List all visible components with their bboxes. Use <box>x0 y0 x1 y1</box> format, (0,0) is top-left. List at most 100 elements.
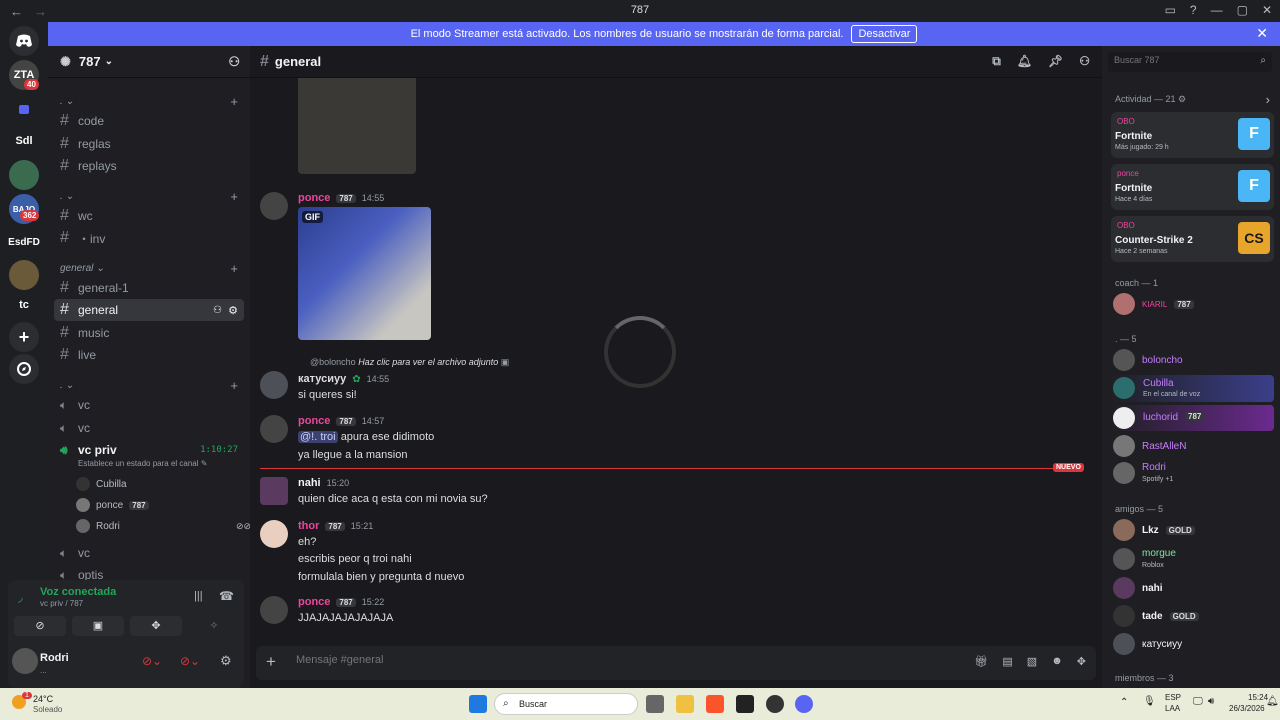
channel-inv[interactable]: # ・inv <box>54 227 244 249</box>
avatar[interactable] <box>260 415 288 443</box>
channel-general-1[interactable]: # general-1 <box>54 277 244 299</box>
invite-icon[interactable]: ⚇ <box>213 305 222 316</box>
avatar[interactable] <box>260 520 288 548</box>
add-attachment-icon[interactable]: + <box>266 652 276 672</box>
mic-muted-icon[interactable]: ⊘⌄ <box>142 654 162 668</box>
channel-status[interactable]: Establece un estado para el canal ✎ <box>78 459 207 468</box>
author-name[interactable]: ponce <box>298 415 330 427</box>
channel-live[interactable]: # live <box>54 344 244 366</box>
file-explorer-icon[interactable] <box>676 695 694 713</box>
emoji-icon[interactable]: ☻ <box>1051 655 1063 668</box>
camera-button[interactable]: ⊘ <box>14 616 66 636</box>
discord-home-icon[interactable] <box>9 26 39 56</box>
app-icon[interactable] <box>766 695 784 713</box>
member-item[interactable]: RastAlleN <box>1113 435 1186 457</box>
gear-icon[interactable]: ⚙ <box>228 304 238 317</box>
task-view-icon[interactable] <box>646 695 664 713</box>
language-top[interactable]: ESP <box>1165 693 1181 702</box>
avatar[interactable] <box>260 477 288 505</box>
server-sdl[interactable]: Sdl <box>9 126 39 156</box>
channel-wc[interactable]: # wc <box>54 205 244 227</box>
activity-card[interactable]: ponce Fortnite Hace 4 días F <box>1111 164 1274 210</box>
chevron-right-icon[interactable]: › <box>1266 92 1270 107</box>
windows-start-icon[interactable] <box>469 695 487 713</box>
category-label[interactable]: . ⌄ <box>60 96 74 107</box>
server-tc[interactable]: tc <box>9 290 39 320</box>
folder-icon[interactable] <box>9 94 39 124</box>
chevron-up-icon[interactable]: ⌃ <box>1120 697 1128 708</box>
member-item-highlight[interactable]: Cubilla En el canal de voz <box>1111 375 1274 402</box>
disconnect-icon[interactable]: ☎︎ <box>219 589 234 603</box>
discord-taskbar-icon[interactable] <box>795 695 813 713</box>
sticker-icon[interactable]: ▧ <box>1027 655 1037 668</box>
author-name[interactable]: ponce <box>298 596 330 608</box>
gif-attachment[interactable]: GIF <box>298 207 431 340</box>
maximize-button[interactable]: ▢ <box>1237 3 1248 17</box>
member-item[interactable]: KIARIL 787 <box>1113 293 1194 315</box>
voice-channel-vc[interactable]: 🔈︎ vc <box>54 542 244 564</box>
epic-games-icon[interactable] <box>736 695 754 713</box>
author-name[interactable]: nahi <box>298 477 321 489</box>
voice-channel-vc-priv[interactable]: 🔊︎ vc priv 1:10:27 <box>54 439 244 461</box>
message-input[interactable] <box>296 654 896 666</box>
search-input[interactable] <box>1114 55 1244 65</box>
channel-replays[interactable]: # replays <box>54 155 244 177</box>
channel-code[interactable]: # code <box>54 110 244 132</box>
deafen-icon[interactable]: ⊘⌄ <box>180 654 200 668</box>
add-server-icon[interactable]: + <box>9 322 39 352</box>
server-header[interactable]: ✺ 787 ⌄ ⚇ <box>48 46 250 78</box>
taskbar-search[interactable]: ⌕ Buscar <box>494 693 638 715</box>
avatar[interactable] <box>260 371 288 399</box>
gift-icon[interactable]: 🎁︎ <box>974 655 988 668</box>
weather-desc[interactable]: Soleado <box>33 705 62 714</box>
voice-user[interactable]: Cubilla <box>76 477 127 491</box>
pin-icon[interactable]: 📌︎ <box>1048 54 1063 69</box>
user-name[interactable]: Rodri <box>40 652 69 664</box>
add-member-icon[interactable]: ⚇ <box>228 54 240 70</box>
weather-temp[interactable]: 24°C <box>33 694 53 704</box>
channel-general[interactable]: # general ⚇ ⚙ <box>54 299 244 321</box>
avatar[interactable] <box>12 648 38 674</box>
activity-card[interactable]: OBO Counter-Strike 2 Hace 2 semanas CS <box>1111 216 1274 262</box>
search-box[interactable]: ⌕ <box>1108 52 1272 72</box>
notification-icon[interactable]: 🔔︎ <box>1266 696 1279 707</box>
soundboard-button[interactable]: ✧ <box>188 616 240 636</box>
member-item[interactable]: Rodri Spotify +1 <box>1113 462 1173 484</box>
clock-date[interactable]: 26/3/2026 <box>1229 704 1265 713</box>
activity-card[interactable]: OBO Fortnite Más jugado: 29 h F <box>1111 112 1274 158</box>
screen-share-button[interactable]: ▣ <box>72 616 124 636</box>
add-channel-icon[interactable]: + <box>230 189 238 204</box>
add-channel-icon[interactable]: + <box>230 261 238 276</box>
close-icon[interactable]: ✕ <box>1256 25 1268 42</box>
author-name[interactable]: thor <box>298 520 319 532</box>
channel-reglas[interactable]: # reglas <box>54 133 244 155</box>
mention[interactable]: @!. troi <box>298 431 338 443</box>
language-bottom[interactable]: LAA <box>1165 704 1180 713</box>
explore-icon[interactable] <box>9 354 39 384</box>
deactivate-button[interactable]: Desactivar <box>851 25 918 43</box>
volume-icon[interactable]: 🔊︎ <box>1208 696 1214 707</box>
author-name[interactable]: катусиуу <box>298 373 346 385</box>
close-button[interactable]: ✕ <box>1262 3 1272 17</box>
settings-gear-icon[interactable]: ⚙ <box>220 653 232 669</box>
member-item[interactable]: Lkz GOLD <box>1113 519 1195 541</box>
member-item-highlight[interactable]: luchorid 787 <box>1111 405 1274 431</box>
channel-music[interactable]: # music <box>54 322 244 344</box>
image-attachment[interactable] <box>298 78 416 174</box>
server-avatar[interactable] <box>9 260 39 290</box>
members-icon[interactable]: ⚇ <box>1079 54 1090 69</box>
member-item[interactable]: morgue Roblox <box>1113 548 1176 570</box>
bell-icon[interactable]: 🔔︎ <box>1017 54 1032 69</box>
member-item[interactable]: nahi <box>1113 577 1163 599</box>
voice-user[interactable]: Rodri ⊘⊘ <box>76 519 251 533</box>
voice-user[interactable]: ponce 787 <box>76 498 149 512</box>
voice-channel-vc[interactable]: 🔈︎ vc <box>54 417 244 439</box>
member-item[interactable]: tade GOLD <box>1113 605 1199 627</box>
noise-icon[interactable]: ||| <box>194 590 203 602</box>
server-avatar[interactable] <box>9 160 39 190</box>
category-label[interactable]: . ⌄ <box>60 191 74 202</box>
category-general[interactable]: general ⌄ <box>60 263 105 274</box>
voice-location[interactable]: vc priv / 787 <box>40 599 83 608</box>
minimize-button[interactable]: — <box>1211 3 1223 17</box>
server-esdfd[interactable]: EsdFD <box>8 227 40 257</box>
